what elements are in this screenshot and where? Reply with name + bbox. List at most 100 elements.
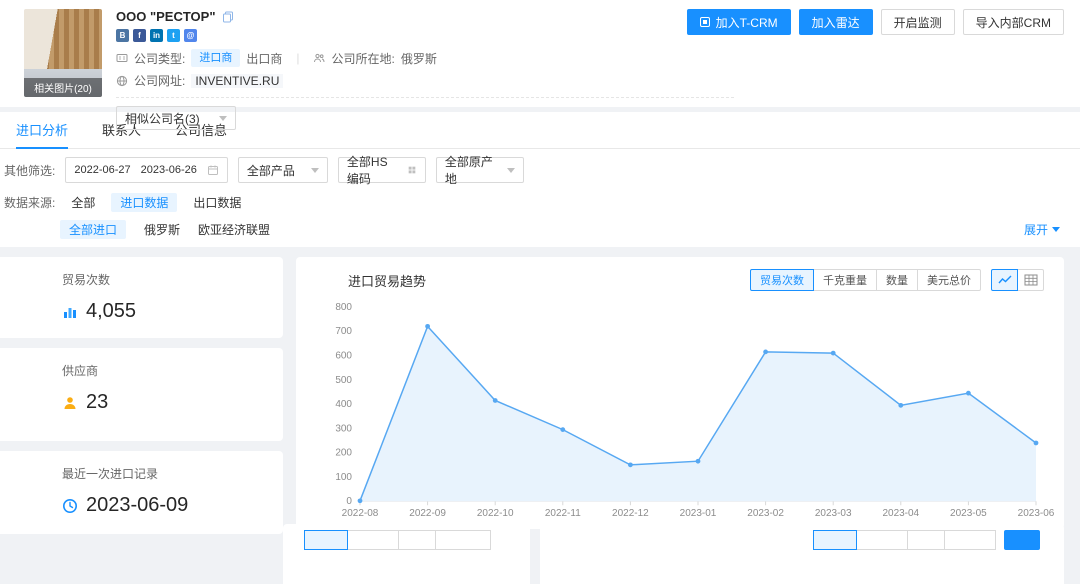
analysis-panel: 进口分析 联系人 公司信息 其他筛选: 2022-06-27 2023-06-2…: [0, 112, 1080, 247]
start-monitor-button[interactable]: 开启监测: [881, 9, 955, 35]
supplier-icon: [62, 395, 78, 411]
vk-icon[interactable]: B: [116, 29, 129, 42]
action-button[interactable]: [1004, 530, 1040, 550]
company-type-icon: [116, 52, 128, 64]
header-actions: 加入T-CRM 加入雷达 开启监测 导入内部CRM: [687, 9, 1064, 35]
company-name: OOO "PECTOP": [116, 9, 216, 24]
join-tcrm-button[interactable]: 加入T-CRM: [687, 9, 791, 35]
divider: |: [296, 51, 299, 65]
svg-text:2022-08: 2022-08: [342, 508, 379, 519]
expand-button[interactable]: 展开: [1024, 221, 1060, 238]
trade-trend-title: 进口贸易趋势: [348, 271, 426, 290]
svg-text:800: 800: [335, 302, 352, 313]
chevron-down-icon: [1052, 227, 1060, 232]
company-header: 相关图片(20) OOO "PECTOP" B f in t @ 公司类型: 进…: [0, 0, 1080, 107]
importer-tag: 进口商: [191, 49, 240, 67]
join-tcrm-label: 加入T-CRM: [716, 14, 778, 31]
website-link[interactable]: INVENTIVE.RU: [191, 74, 283, 88]
toggle-button[interactable]: [347, 530, 399, 550]
supplier-card: 供应商 23: [0, 348, 283, 441]
metric-toggle-group: 贸易次数 千克重量 数量 美元总价: [750, 269, 981, 291]
clock-icon: [62, 498, 78, 514]
svg-text:200: 200: [335, 448, 352, 459]
import-crm-button[interactable]: 导入内部CRM: [963, 9, 1064, 35]
line-chart-view-button[interactable]: [991, 269, 1018, 291]
globe-icon: [116, 75, 128, 87]
calendar-icon: [207, 164, 219, 176]
twitter-icon[interactable]: t: [167, 29, 180, 42]
company-photo[interactable]: 相关图片(20): [24, 9, 102, 97]
date-range-picker[interactable]: 2022-06-27 2023-06-26: [65, 157, 228, 183]
linkedin-icon[interactable]: in: [150, 29, 163, 42]
svg-text:600: 600: [335, 351, 352, 362]
source-option-all[interactable]: 全部: [71, 194, 95, 211]
svg-text:2023-03: 2023-03: [815, 508, 852, 519]
toggle-button[interactable]: [944, 530, 996, 550]
email-icon[interactable]: @: [184, 29, 197, 42]
exporter-tag: 出口商: [246, 50, 282, 67]
svg-text:2023-02: 2023-02: [747, 508, 784, 519]
hs-code-select-value: 全部HS编码: [347, 153, 399, 187]
facebook-icon[interactable]: f: [133, 29, 146, 42]
join-radar-label: 加入雷达: [812, 14, 860, 31]
svg-text:2022-11: 2022-11: [545, 508, 581, 519]
toggle-button[interactable]: [907, 530, 945, 550]
metric-toggle-usd-total[interactable]: 美元总价: [917, 269, 981, 291]
svg-text:300: 300: [335, 423, 352, 434]
last-import-title: 最近一次进口记录: [62, 465, 267, 482]
chevron-down-icon: [219, 116, 227, 121]
filters-section: 其他筛选: 2022-06-27 2023-06-26 全部产品 全部HS编码 …: [0, 149, 1080, 247]
location-label: 公司所在地:: [331, 50, 394, 67]
location-icon: [313, 52, 325, 64]
toggle-button[interactable]: [856, 530, 908, 550]
metric-toggle-trade-count[interactable]: 贸易次数: [750, 269, 814, 291]
date-end-value: 2023-06-26: [141, 164, 197, 176]
copy-icon[interactable]: [222, 11, 234, 23]
svg-text:2022-09: 2022-09: [409, 508, 446, 519]
similar-companies-label: 相似公司名(3): [125, 110, 200, 127]
svg-text:2023-06: 2023-06: [1018, 508, 1055, 519]
toggle-button[interactable]: [398, 530, 436, 550]
metric-toggle-kg-weight[interactable]: 千克重量: [813, 269, 877, 291]
social-links: B f in t @: [116, 29, 734, 42]
origin-select[interactable]: 全部原产地: [436, 157, 524, 183]
svg-text:2023-01: 2023-01: [680, 508, 717, 519]
scope-option-eaeu[interactable]: 欧亚经济联盟: [198, 221, 270, 238]
data-source-label: 数据来源:: [4, 194, 55, 211]
svg-text:2023-05: 2023-05: [950, 508, 987, 519]
svg-text:2022-12: 2022-12: [612, 508, 649, 519]
chart-type-group: [991, 269, 1044, 291]
source-option-export[interactable]: 出口数据: [193, 194, 241, 211]
table-view-button[interactable]: [1017, 269, 1044, 291]
hs-code-select[interactable]: 全部HS编码: [338, 157, 426, 183]
website-label: 公司网址:: [134, 72, 185, 89]
trade-trend-chart: 01002003004005006007008002022-082022-092…: [304, 301, 1050, 523]
svg-text:500: 500: [335, 375, 352, 386]
trade-trend-card: 进口贸易趋势 贸易次数 千克重量 数量 美元总价 010020030040050…: [296, 257, 1064, 529]
stats-column: 贸易次数 4,055 供应商 23 最近一次进口记录: [0, 257, 283, 534]
chevron-down-icon: [507, 168, 515, 173]
company-type-label: 公司类型:: [134, 50, 185, 67]
scope-option-all-import[interactable]: 全部进口: [60, 220, 126, 239]
svg-text:2023-04: 2023-04: [882, 508, 919, 519]
toggle-button[interactable]: [813, 530, 857, 550]
origin-select-value: 全部原产地: [445, 153, 499, 187]
location-value: 俄罗斯: [401, 50, 437, 67]
bottom-left-toggle-group: [305, 530, 491, 584]
related-images-label[interactable]: 相关图片(20): [24, 78, 102, 97]
scope-option-russia[interactable]: 俄罗斯: [144, 221, 180, 238]
similar-companies-select[interactable]: 相似公司名(3): [116, 106, 236, 130]
trade-count-title: 贸易次数: [62, 271, 267, 288]
bottom-left-card: [283, 524, 530, 584]
toggle-button[interactable]: [304, 530, 348, 550]
product-select[interactable]: 全部产品: [238, 157, 328, 183]
svg-text:2022-10: 2022-10: [477, 508, 514, 519]
expand-label: 展开: [1024, 221, 1048, 238]
bottom-right-card: [540, 524, 1064, 584]
source-option-import[interactable]: 进口数据: [111, 193, 177, 212]
tab-import-analysis[interactable]: 进口分析: [16, 112, 68, 149]
trade-count-card: 贸易次数 4,055: [0, 257, 283, 338]
join-radar-button[interactable]: 加入雷达: [799, 9, 873, 35]
toggle-button[interactable]: [435, 530, 491, 550]
metric-toggle-quantity[interactable]: 数量: [876, 269, 918, 291]
